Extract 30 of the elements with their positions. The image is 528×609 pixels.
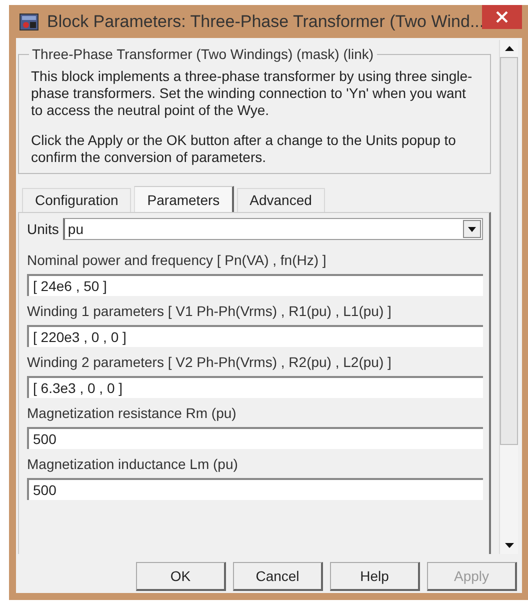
input-field[interactable]: 500 [27, 427, 483, 449]
dialog-button[interactable]: OK [136, 562, 226, 591]
field-label: Winding 2 parameters [ V2 Ph-Ph(Vrms) , R2(pu) , L2(pu) ] [27, 354, 392, 370]
scroll-thumb[interactable] [500, 57, 518, 445]
close-button[interactable] [482, 5, 522, 29]
units-dropdown[interactable]: pu [62, 218, 483, 240]
input-field[interactable]: 500 [27, 478, 483, 500]
input-field[interactable]: [ 6.3e3 , 0 , 0 ] [27, 376, 483, 398]
field-label: Magnetization resistance Rm (pu) [27, 405, 238, 421]
dialog-button[interactable]: Help [330, 562, 420, 591]
scroll-up-icon [504, 46, 514, 51]
description-text: This block implements a three-phase transformer by using three single-phase transformers. Set the winding connection to 'Yn' when you want to access the neutral point of the Wye. [31, 68, 474, 119]
description-text: Click the Apply or the OK button after a change to the Units popup to confirm the conversion of parameters. [31, 132, 457, 166]
input-field[interactable]: [ 24e6 , 50 ] [27, 274, 483, 296]
tab[interactable]: Advanced [236, 188, 325, 212]
close-icon [496, 11, 508, 23]
tab[interactable]: Parameters [134, 186, 234, 212]
window-title: Block Parameters: Three-Phase Transformer (Two Wind... [47, 12, 484, 32]
scroll-down-icon [504, 543, 514, 548]
units-label: Units [27, 221, 59, 237]
group-title: Three-Phase Transformer (Two Windings) (mask) (link) [31, 46, 375, 62]
app-icon [19, 12, 39, 30]
scrollbar[interactable] [499, 40, 518, 554]
dropdown-arrow-icon [468, 226, 476, 232]
field-label: Nominal power and frequency [ Pn(VA) , fn(Hz) ] [27, 252, 328, 268]
input-field[interactable]: [ 220e3 , 0 , 0 ] [27, 325, 483, 347]
field-label: Winding 1 parameters [ V1 Ph-Ph(Vrms) , R1(pu) , L1(pu) ] [27, 303, 392, 319]
dialog-button[interactable]: Cancel [233, 562, 323, 591]
field-label: Magnetization inductance Lm (pu) [27, 456, 239, 472]
tab[interactable]: Configuration [22, 188, 132, 212]
